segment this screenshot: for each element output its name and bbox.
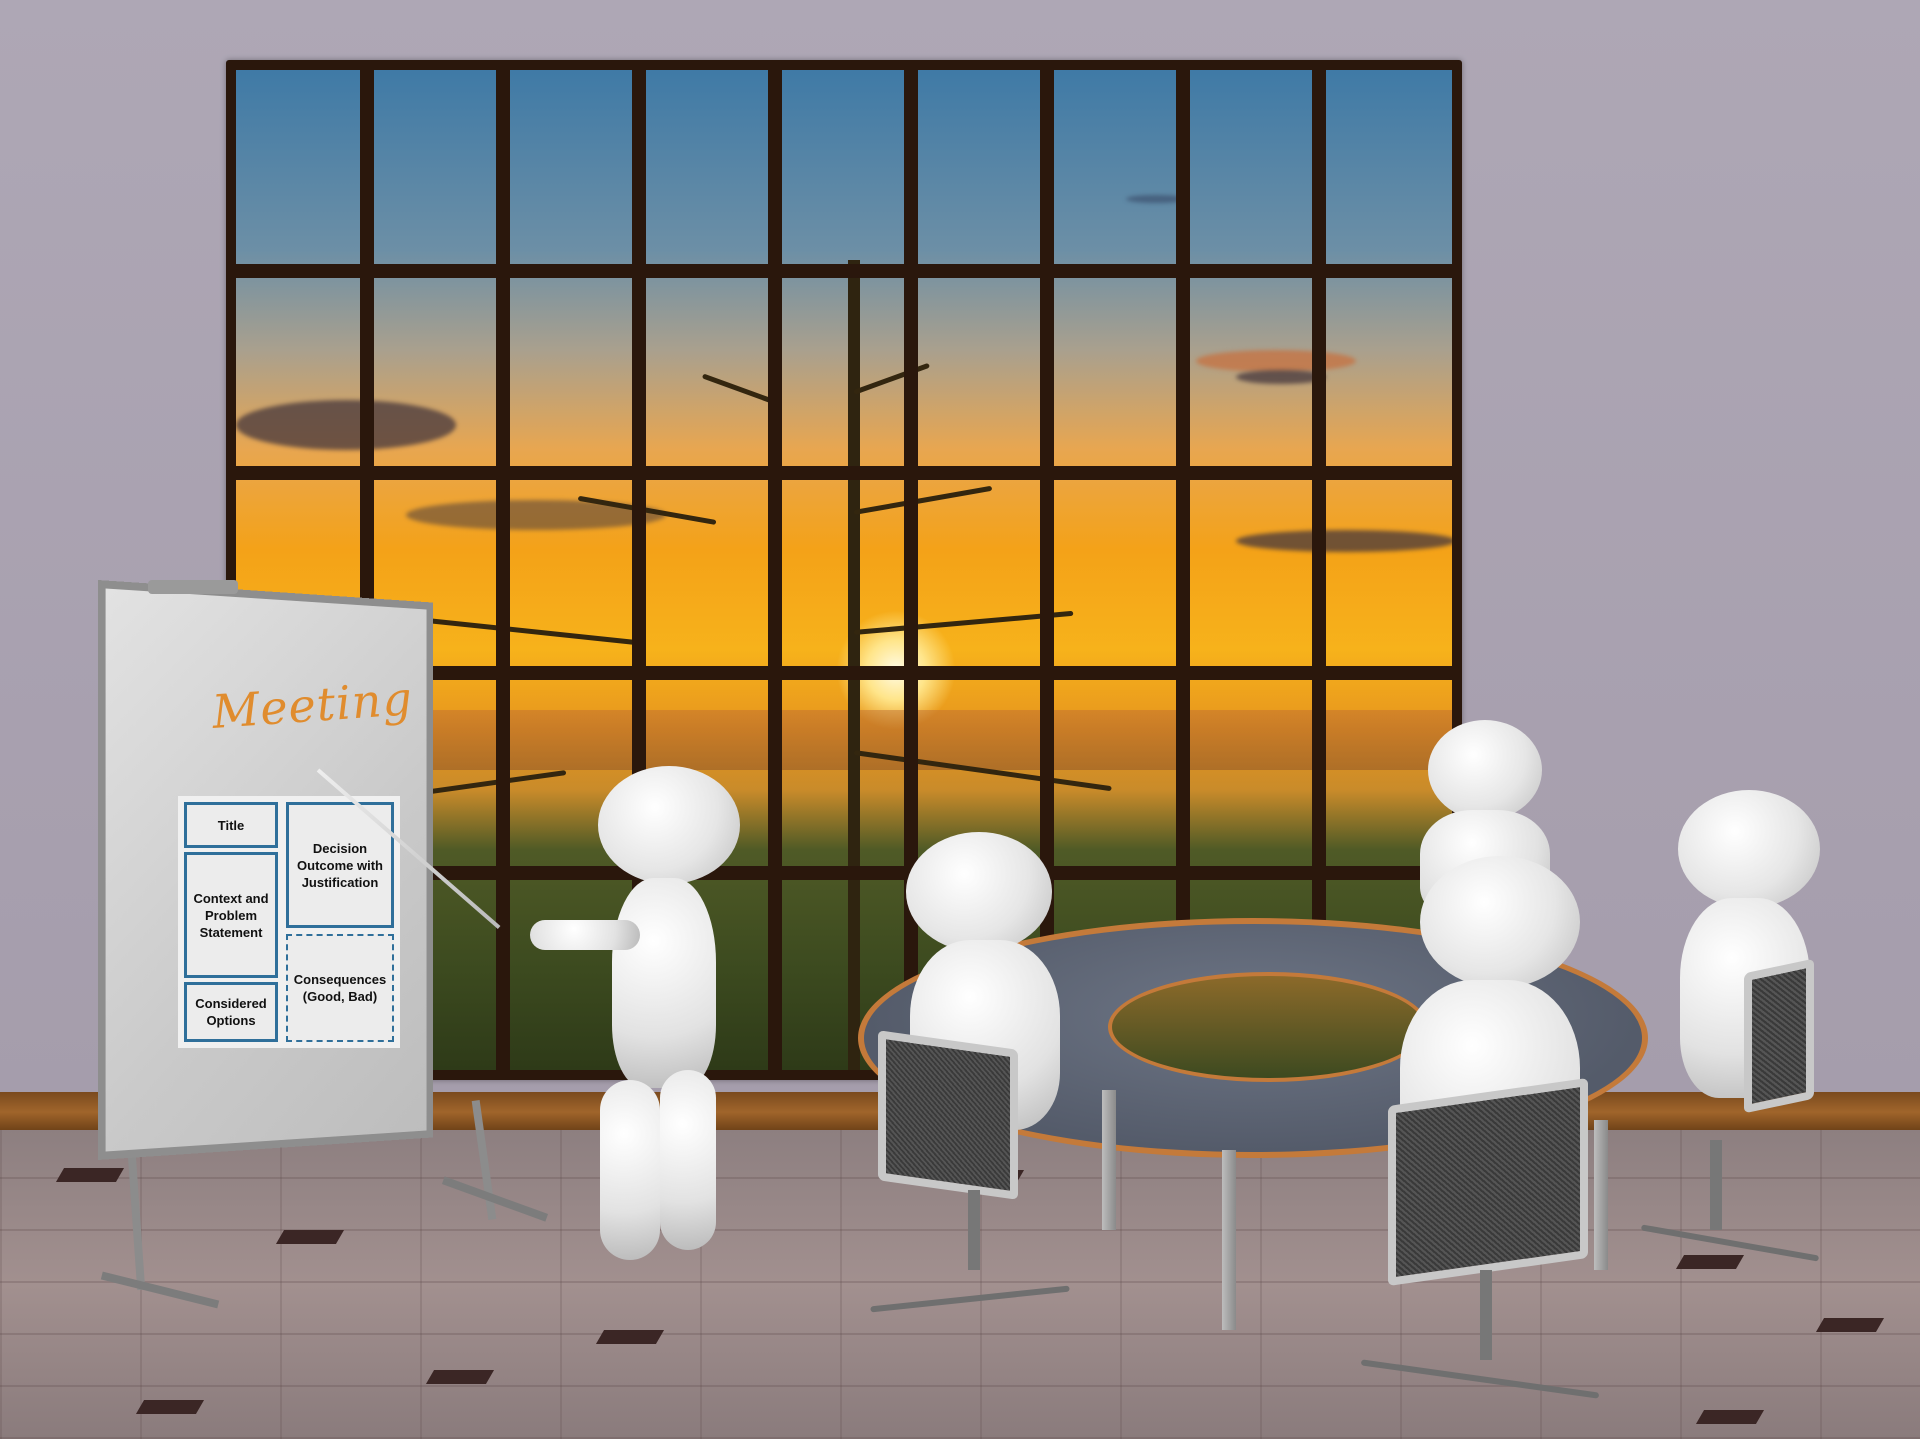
section-title: Title bbox=[184, 802, 278, 848]
floor-tile-inlay bbox=[595, 1330, 665, 1344]
presenter-body bbox=[612, 878, 716, 1088]
cloud bbox=[236, 400, 456, 450]
flipchart-clip bbox=[148, 580, 238, 594]
office-chair-back bbox=[1744, 958, 1814, 1114]
table-leg bbox=[1222, 1150, 1236, 1330]
section-consequences: Consequences (Good, Bad) bbox=[286, 934, 394, 1042]
floor-tile-inlay bbox=[425, 1370, 495, 1384]
table-leg bbox=[1102, 1090, 1116, 1230]
presenter-arm bbox=[530, 920, 640, 950]
cloud bbox=[1196, 350, 1356, 372]
tree-branch bbox=[416, 617, 637, 645]
table-center-opening bbox=[1108, 972, 1428, 1082]
chair-post bbox=[1710, 1140, 1722, 1230]
presenter-leg bbox=[600, 1080, 660, 1260]
chair-post bbox=[968, 1190, 980, 1270]
cloud bbox=[1236, 530, 1452, 552]
attendee-head bbox=[1420, 856, 1580, 988]
office-chair-back bbox=[878, 1030, 1018, 1200]
attendee-head bbox=[1678, 790, 1820, 908]
tree-trunk bbox=[848, 260, 860, 1070]
chair-post bbox=[1480, 1270, 1492, 1360]
floor-tile-inlay bbox=[275, 1230, 345, 1244]
section-considered-options: Considered Options bbox=[184, 982, 278, 1042]
office-chair-back bbox=[1388, 1077, 1588, 1287]
attendee-head bbox=[1428, 720, 1542, 820]
attendee-head bbox=[906, 832, 1052, 952]
table-leg bbox=[1594, 1120, 1608, 1270]
tree-branch bbox=[853, 362, 931, 395]
floor-tile-inlay bbox=[1675, 1255, 1745, 1269]
floor-tile-inlay bbox=[55, 1168, 125, 1182]
presenter-leg bbox=[660, 1070, 716, 1250]
section-context: Context and Problem Statement bbox=[184, 852, 278, 978]
tree-branch bbox=[853, 485, 993, 515]
tree-branch bbox=[701, 373, 777, 405]
floor-tile-inlay bbox=[1815, 1318, 1885, 1332]
decision-record-diagram: Title Context and Problem Statement Cons… bbox=[178, 796, 400, 1048]
presenter-head bbox=[598, 766, 740, 884]
floor-tile-inlay bbox=[135, 1400, 205, 1414]
floor-tile-inlay bbox=[1695, 1410, 1765, 1424]
